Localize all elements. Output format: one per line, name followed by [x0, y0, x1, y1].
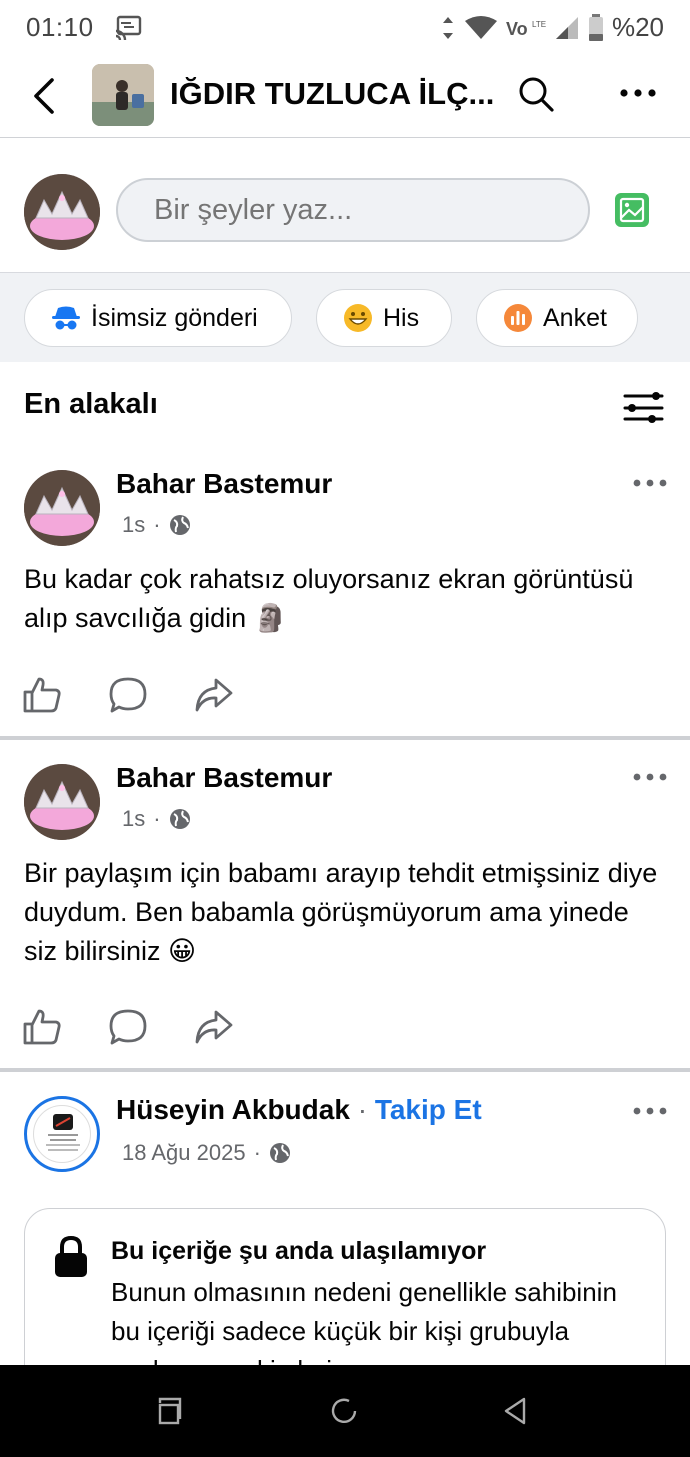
status-bar: 01:10 Vo LTE %20 — [0, 0, 690, 56]
post-composer — [0, 138, 690, 272]
sort-row: En alakalı — [0, 362, 690, 446]
group-cover-image — [92, 64, 154, 126]
battery-icon — [588, 13, 603, 41]
comment-icon[interactable] — [108, 1008, 148, 1046]
post-actions — [22, 676, 234, 714]
svg-text:Vo: Vo — [506, 19, 528, 39]
globe-icon — [169, 809, 190, 829]
post-time[interactable]: 1s — [122, 806, 145, 832]
comment-icon[interactable] — [108, 676, 148, 714]
volte-icon: Vo LTE — [506, 19, 546, 39]
feeling-button[interactable]: His — [316, 289, 452, 347]
group-cover-thumbnail[interactable] — [92, 64, 154, 126]
globe-icon — [169, 515, 190, 535]
post-meta: 1s · — [122, 512, 191, 538]
data-arrows-icon — [442, 16, 453, 39]
battery-percent: %20 — [611, 12, 664, 42]
anonymous-post-button[interactable]: İsimsiz gönderi — [24, 289, 292, 347]
post-card: Bahar Bastemur 1s · Bu kadar çok rahatsı… — [0, 446, 690, 736]
globe-icon — [269, 1143, 290, 1163]
more-options-icon[interactable] — [618, 78, 658, 108]
follow-button[interactable]: Takip Et — [375, 1094, 482, 1125]
share-icon[interactable] — [194, 676, 234, 714]
wifi-icon — [464, 15, 497, 39]
poll-button[interactable]: Anket — [476, 289, 638, 347]
like-icon[interactable] — [22, 676, 62, 714]
author-separator: · — [357, 1094, 375, 1125]
tiara-photo — [24, 470, 100, 546]
author-name[interactable]: Bahar Bastemur — [116, 468, 332, 500]
home-icon[interactable] — [329, 1395, 361, 1427]
author-avatar[interactable] — [24, 1096, 100, 1172]
author-avatar[interactable] — [24, 470, 100, 546]
back-icon[interactable] — [500, 1395, 532, 1427]
post-time[interactable]: 1s — [122, 512, 145, 538]
sort-label[interactable]: En alakalı — [24, 388, 158, 421]
lock-icon — [55, 1235, 87, 1277]
back-arrow-icon[interactable] — [26, 74, 66, 118]
meta-separator: · — [153, 806, 161, 831]
cast-icon — [115, 15, 142, 40]
feeling-label: His — [383, 303, 420, 332]
user-avatar[interactable] — [24, 174, 100, 250]
filter-sliders-icon[interactable] — [622, 388, 664, 424]
share-icon[interactable] — [194, 1008, 234, 1046]
post-text: Bir paylaşım için babamı arayıp tehdit e… — [24, 858, 658, 966]
like-icon[interactable] — [22, 1008, 62, 1046]
profile-logo — [33, 1105, 91, 1163]
poll-icon — [504, 304, 532, 332]
post-options-icon[interactable] — [632, 770, 668, 784]
post-options-icon[interactable] — [632, 1104, 668, 1118]
post-options-row: İsimsiz gönderi His Anket — [0, 272, 690, 362]
post-text: Bu kadar çok rahatsız oluyorsanız ekran … — [24, 564, 634, 633]
post-meta: 1s · — [122, 806, 191, 832]
smiley-icon — [344, 304, 372, 332]
author-name[interactable]: Hüseyin Akbudak — [116, 1094, 350, 1125]
author-line: Hüseyin Akbudak · Takip Et — [116, 1094, 482, 1126]
author-name[interactable]: Bahar Bastemur — [116, 762, 332, 794]
post-options-icon[interactable] — [632, 476, 668, 490]
status-time: 01:10 — [26, 12, 94, 42]
post-actions — [22, 1008, 234, 1046]
recent-apps-icon[interactable] — [156, 1395, 188, 1427]
meta-separator: · — [153, 512, 161, 537]
post-time[interactable]: 18 Ağu 2025 — [122, 1140, 246, 1166]
unavailable-title: Bu içeriğe şu anda ulaşılamıyor — [111, 1237, 487, 1265]
photo-icon[interactable] — [614, 192, 650, 228]
author-avatar[interactable] — [24, 764, 100, 840]
group-header: IĞDIR TUZLUCA İLÇ... — [0, 56, 690, 138]
post-card: Bahar Bastemur 1s · Bir paylaşım için ba… — [0, 740, 690, 1068]
tiara-photo — [24, 764, 100, 840]
search-icon[interactable] — [516, 74, 556, 114]
group-title[interactable]: IĞDIR TUZLUCA İLÇ... — [170, 76, 494, 112]
anonymous-post-label: İsimsiz gönderi — [91, 303, 258, 332]
system-nav-bar — [0, 1365, 690, 1457]
meta-separator: · — [253, 1140, 261, 1165]
tiara-photo — [24, 174, 100, 250]
logo-image — [46, 1114, 80, 1151]
svg-text:LTE: LTE — [532, 20, 546, 29]
incognito-icon — [52, 306, 80, 330]
signal-icon — [555, 16, 578, 39]
post-meta: 18 Ağu 2025 · — [122, 1140, 291, 1166]
write-post-input[interactable] — [116, 178, 590, 242]
poll-label: Anket — [543, 303, 607, 332]
